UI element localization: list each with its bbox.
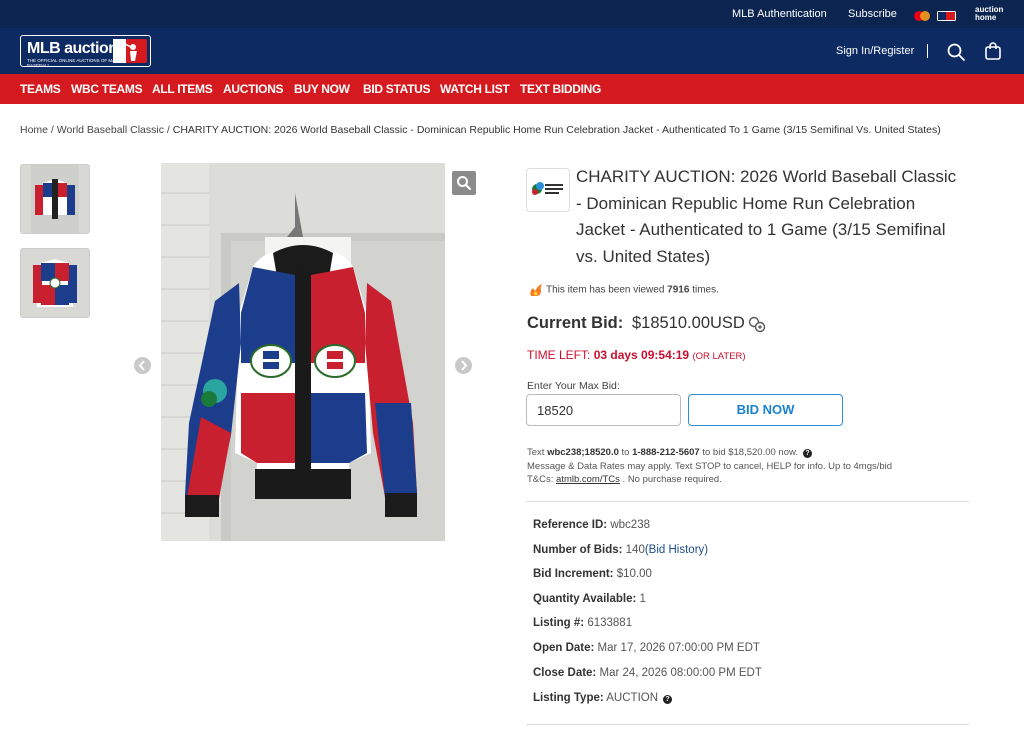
divider-top [526,501,969,502]
bid-increment-label: Bid Increment: [533,568,614,580]
batter-logo-icon [113,39,147,63]
nav-auctions[interactable]: AUCTIONS [223,82,284,96]
payment-logos [913,9,957,21]
listing-type-row: Listing Type: AUCTION? [533,692,673,704]
open-date-row: Open Date: Mar 17, 2026 07:00:00 PM EDT [533,642,760,654]
mlb-authentication-link[interactable]: MLB Authentication [732,8,827,20]
current-bid-value: $18510.00USD [632,314,745,332]
main-nav: TEAMS WBC TEAMS ALL ITEMS AUCTIONS BUY N… [0,74,1024,104]
mlb-logo-icon [937,11,956,21]
thumbnail-2[interactable] [20,248,90,318]
listing-type-label: Listing Type: [533,692,604,704]
max-bid-label: Enter Your Max Bid: [527,380,620,392]
close-date-label: Close Date: [533,667,597,679]
header-divider [927,44,928,58]
quantity-value: 1 [639,593,646,605]
bid-history-link[interactable]: (Bid History) [645,544,708,556]
time-left-value: 03 days 09:54:19 [593,348,690,362]
text-bid-mid: to [618,447,633,458]
reference-id-value: wbc238 [610,519,650,531]
bid-increment-value: $10.00 [616,568,652,580]
max-bid-input[interactable] [526,394,681,426]
thumbnail-1[interactable] [20,164,90,234]
bid-now-button[interactable]: BID NOW [688,394,843,426]
breadcrumb-home[interactable]: Home [20,124,48,136]
bid-increment-row: Bid Increment: $10.00 [533,568,652,580]
nav-text-bidding[interactable]: TEXT BIDDING [520,82,601,96]
breadcrumb-category[interactable]: World Baseball Classic [57,124,164,136]
text-bid-phone: 1-888-212-5607 [632,447,700,458]
sign-in-register-link[interactable]: Sign In/Register [836,45,914,57]
views-suffix: times. [689,284,719,296]
nav-all-items[interactable]: ALL ITEMS [152,82,213,96]
close-date-row: Close Date: Mar 24, 2026 08:00:00 PM EDT [533,667,762,679]
auction-home-logo[interactable]: auction home [975,6,1015,22]
reference-id-label: Reference ID: [533,519,608,531]
views-count: 7916 [667,284,690,296]
mlb-auction-logo[interactable]: MLB auction THE OFFICIAL ONLINE AUCTIONS… [20,35,151,68]
text-bid-code: wbc238;18520.0 [547,447,619,458]
time-left: TIME LEFT: 03 days 09:54:19 (OR LATER) [527,348,746,362]
view-count: This item has been viewed 7916 times. [528,283,719,297]
text-bid-pre: Text [527,447,548,458]
nav-bid-status[interactable]: BID STATUS [363,82,431,96]
mastercard-icon [914,11,930,21]
time-left-note: (OR LATER) [692,351,746,362]
help-icon[interactable]: ? [802,449,812,458]
nav-buy-now[interactable]: BUY NOW [294,82,350,96]
current-bid-label: Current Bid: [527,314,624,332]
divider-bottom [526,724,969,725]
open-date-label: Open Date: [533,642,595,654]
currency-exchange-icon[interactable] [748,316,766,333]
text-bid-post: to bid $18,520.00 now. [699,447,798,458]
zoom-icon[interactable] [452,171,476,195]
listing-value: 6133881 [587,617,633,629]
item-title: CHARITY AUCTION: 2026 World Baseball Cla… [576,167,957,266]
world-baseball-classic-logo [526,168,570,212]
open-date-value: Mar 17, 2026 07:00:00 PM EDT [597,642,760,654]
next-image-arrow-icon[interactable] [455,357,472,374]
nav-wbc-teams[interactable]: WBC TEAMS [71,82,143,96]
fire-icon [528,283,544,297]
text-bidding-info: Text wbc238;18520.0 to 1-888-212-5607 to… [527,446,957,487]
breadcrumb-current: CHARITY AUCTION: 2026 World Baseball Cla… [172,124,941,136]
time-left-label: TIME LEFT: [527,348,594,362]
text-bid-disclaimer: Message & Data Rates may apply. Text STO… [527,460,893,472]
main-product-image[interactable] [161,163,445,541]
close-date-value: Mar 24, 2026 08:00:00 PM EDT [599,667,762,679]
shopping-bag-icon[interactable] [983,41,1003,61]
prev-image-arrow-icon[interactable] [134,357,151,374]
logo-text: MLB auction [27,40,118,57]
terms-link[interactable]: atmlb.com/TCs [556,474,620,485]
listing-label: Listing #: [533,617,585,629]
num-bids-label: Number of Bids: [533,544,623,556]
listing-type-value: AUCTION [606,692,659,704]
utility-bar: MLB Authentication Subscribe auction home [0,0,1024,28]
reference-id-row: Reference ID: wbc238 [533,519,650,531]
listing-type-help-icon[interactable]: ? [663,695,673,704]
breadcrumb: Home / World Baseball Classic / CHARITY … [20,124,941,136]
number-of-bids-row: Number of Bids: 140(Bid History) [533,544,708,556]
text-bid-tc-pre: T&Cs: [527,474,557,485]
quantity-label: Quantity Available: [533,593,637,605]
nav-watch-list[interactable]: WATCH LIST [440,82,510,96]
text-bid-tc-post: . No purchase required. [619,474,722,485]
nav-teams[interactable]: TEAMS [20,82,61,96]
site-header: MLB auction THE OFFICIAL ONLINE AUCTIONS… [0,28,1024,74]
quantity-row: Quantity Available: 1 [533,593,646,605]
views-prefix: This item has been viewed [546,284,668,296]
search-icon[interactable] [946,42,966,62]
subscribe-link[interactable]: Subscribe [848,8,897,20]
num-bids-value: 140 [625,544,645,556]
listing-number-row: Listing #: 6133881 [533,617,632,629]
